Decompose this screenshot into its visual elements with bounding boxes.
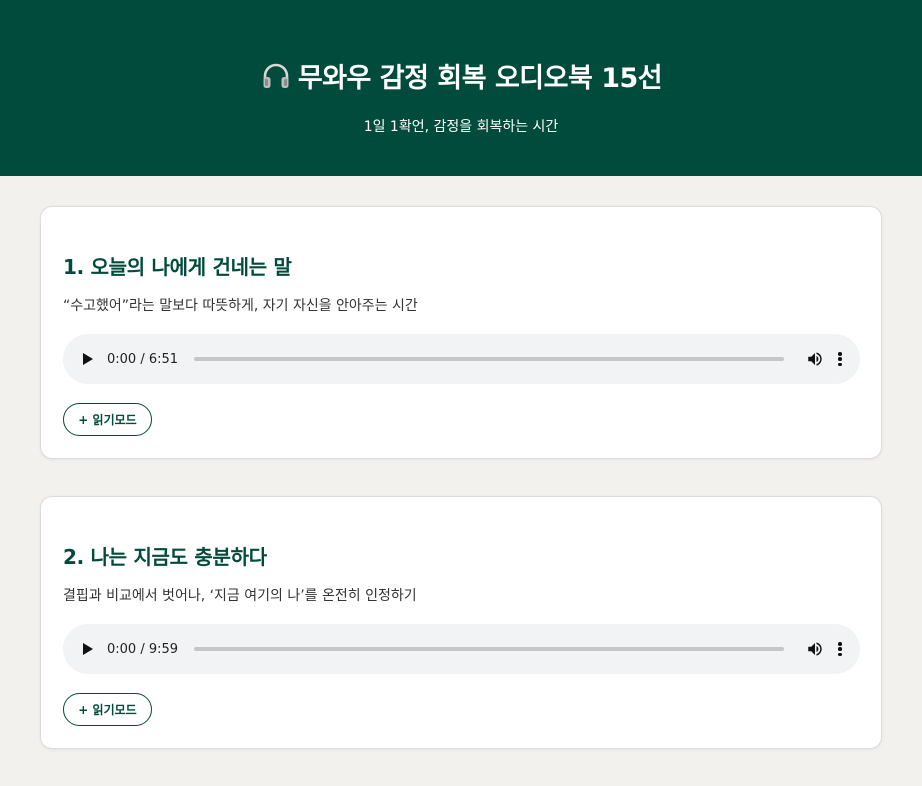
audiobook-card: 1. 오늘의 나에게 건네는 말 “수고했어”라는 말보다 따뜻하게, 자기 자… <box>40 206 882 459</box>
time-readout: 0:00 / 9:59 <box>107 641 179 657</box>
audio-player: 0:00 / 9:59 <box>63 624 860 674</box>
audiobook-list: 1. 오늘의 나에게 건네는 말 “수고했어”라는 말보다 따뜻하게, 자기 자… <box>40 206 882 786</box>
card-title: 1. 오늘의 나에게 건네는 말 <box>63 255 292 279</box>
time-readout: 0:00 / 6:51 <box>107 351 179 367</box>
page-title-row: 무와우 감정 회복 오디오북 15선 <box>0 56 922 95</box>
play-icon[interactable] <box>83 643 93 655</box>
read-mode-button[interactable]: + 읽기모드 <box>63 693 152 726</box>
page-title: 무와우 감정 회복 오디오북 15선 <box>297 63 663 94</box>
play-icon[interactable] <box>83 353 93 365</box>
card-description: 결핍과 비교에서 벗어나, ‘지금 여기의 나’를 온전히 인정하기 <box>63 588 417 604</box>
progress-slider[interactable] <box>194 647 784 651</box>
progress-slider[interactable] <box>194 357 784 361</box>
audio-player: 0:00 / 6:51 <box>63 334 860 384</box>
card-description: “수고했어”라는 말보다 따뜻하게, 자기 자신을 안아주는 시간 <box>63 298 418 314</box>
headphones-icon <box>263 63 289 88</box>
volume-icon[interactable] <box>806 640 824 658</box>
card-title: 2. 나는 지금도 충분하다 <box>63 545 267 569</box>
page-subtitle: 1일 1확언, 감정을 회복하는 시간 <box>363 119 559 135</box>
read-mode-button[interactable]: + 읽기모드 <box>63 403 152 436</box>
more-options-icon[interactable] <box>838 642 842 656</box>
audiobook-card: 2. 나는 지금도 충분하다 결핍과 비교에서 벗어나, ‘지금 여기의 나’를… <box>40 496 882 749</box>
page-header: 무와우 감정 회복 오디오북 15선 1일 1확언, 감정을 회복하는 시간 <box>0 0 922 176</box>
volume-icon[interactable] <box>806 350 824 368</box>
more-options-icon[interactable] <box>838 352 842 366</box>
